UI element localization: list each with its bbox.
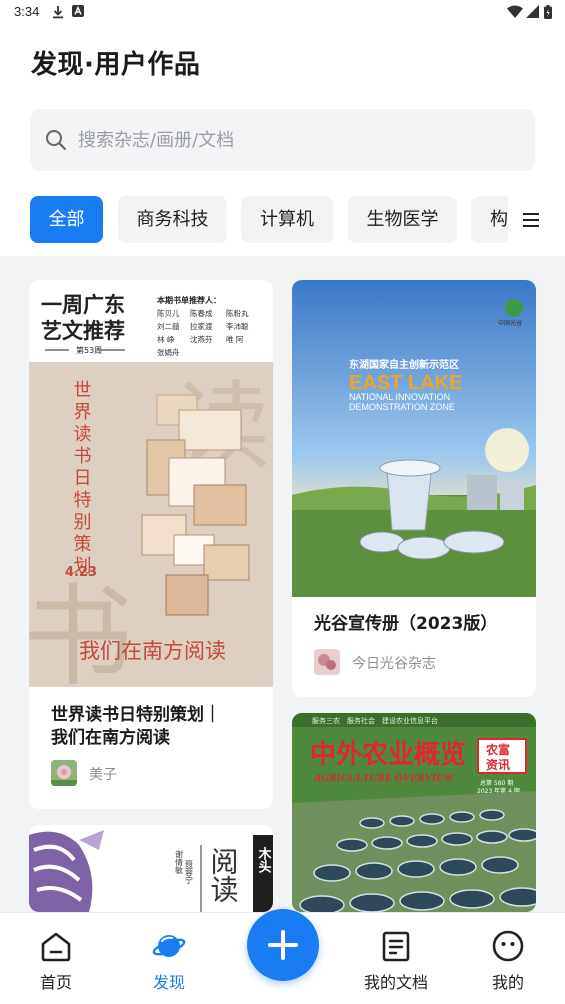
category-tabs: 全部 商务科技 计算机 生物医学 构 bbox=[30, 196, 508, 244]
work-card[interactable]: 中国光谷 东湖国家自主创新示范区 EAST LAKE NATIONAL INNO… bbox=[292, 280, 536, 697]
cover-image: 中国光谷 东湖国家自主创新示范区 EAST LAKE NATIONAL INNO… bbox=[292, 280, 536, 597]
menu-icon[interactable] bbox=[520, 209, 542, 231]
cover-heading: 一周广东 bbox=[41, 292, 125, 317]
recommender-name: 陈粉丸 bbox=[226, 308, 249, 318]
nav-profile[interactable]: 我的 bbox=[463, 913, 553, 1004]
plus-icon bbox=[268, 930, 298, 960]
search-icon bbox=[46, 130, 67, 151]
nav-my-documents[interactable]: 我的文档 bbox=[351, 913, 441, 1004]
recommender-name: 陈贝儿 bbox=[157, 308, 180, 318]
cover-name: 谢倩敏 bbox=[175, 849, 184, 875]
cover-bottom-text: 我们在南方阅读 bbox=[79, 639, 226, 663]
tab-partial[interactable]: 构 bbox=[471, 196, 508, 243]
page-title: 发现·用户作品 bbox=[31, 50, 201, 80]
recommender-name: 唯 阿 bbox=[226, 334, 244, 344]
recommender-name: 刘二囍 bbox=[157, 321, 180, 331]
recommender-name: 拉家渡 bbox=[190, 321, 213, 331]
big-character: 书 bbox=[29, 573, 133, 687]
cover-image: 读 书 一周广东 艺文推荐 第53周 本期书单推荐人： 陈贝儿 陈春成 陈粉丸 … bbox=[29, 280, 273, 687]
app-notification-icon bbox=[72, 5, 84, 17]
nav-discover[interactable]: 发现 bbox=[124, 913, 214, 1004]
cover-en-line: DEMONSTRATION ZONE bbox=[349, 402, 455, 412]
cover-image: 谢倩敏 聂蓉宁 阅读 木头 bbox=[29, 825, 273, 912]
home-icon bbox=[41, 932, 71, 962]
cover-en-title: AGRICULTURE OVERVIEW bbox=[313, 772, 454, 784]
status-time: 3:34 bbox=[14, 4, 40, 19]
search-bar[interactable] bbox=[30, 109, 535, 171]
cover-vertical-title: 阅读 bbox=[207, 847, 240, 903]
cover-badge: 资讯 bbox=[486, 757, 510, 772]
card-title-line: 我们在南方阅读 bbox=[51, 728, 170, 748]
recommender-name: 陈春成 bbox=[190, 308, 213, 318]
signal-icon bbox=[526, 5, 539, 18]
logo-text: 中国光谷 bbox=[498, 319, 522, 327]
card-title-line: 世界读书日特别策划｜ bbox=[51, 705, 221, 725]
work-card[interactable]: 读 书 一周广东 艺文推荐 第53周 本期书单推荐人： 陈贝儿 陈春成 陈粉丸 … bbox=[29, 280, 273, 809]
tab-all[interactable]: 全部 bbox=[30, 196, 103, 243]
recommender-name: 张娟舟 bbox=[157, 347, 180, 357]
document-icon bbox=[382, 931, 410, 962]
cover-en-title: EAST LAKE bbox=[349, 372, 462, 394]
card-title: 光谷宣传册（2023版） bbox=[314, 614, 498, 634]
tab-business-tech[interactable]: 商务科技 bbox=[118, 196, 227, 243]
author-name: 美子 bbox=[89, 767, 117, 783]
work-card[interactable]: 谢倩敏 聂蓉宁 阅读 木头 bbox=[29, 825, 273, 912]
nav-label: 发现 bbox=[152, 973, 185, 992]
status-bar: 3:34 bbox=[0, 0, 565, 24]
avatar bbox=[51, 760, 77, 786]
nav-home[interactable]: 首页 bbox=[11, 913, 101, 1004]
tab-biomedicine[interactable]: 生物医学 bbox=[348, 196, 457, 243]
search-input[interactable] bbox=[78, 109, 518, 171]
smiley-face-icon bbox=[492, 930, 524, 962]
nav-label: 首页 bbox=[39, 973, 72, 992]
download-icon bbox=[53, 6, 63, 19]
recommender-name: 沈燕芬 bbox=[190, 334, 213, 344]
cover-strip-text: 服务三农 服务社会 建设农业信息平台 bbox=[312, 716, 438, 725]
tab-computer[interactable]: 计算机 bbox=[241, 196, 333, 243]
work-card[interactable]: 服务三农 服务社会 建设农业信息平台 中外农业概览 农富 资讯 AGRICULT… bbox=[292, 713, 536, 912]
cover-side-text: 木头 bbox=[256, 846, 273, 874]
avatar bbox=[314, 649, 340, 675]
cover-issue: 总第 580 期 bbox=[480, 779, 513, 787]
cover-title: 中外农业概览 bbox=[310, 740, 466, 770]
create-button[interactable] bbox=[247, 909, 319, 981]
cover-cn-text: 东湖国家自主创新示范区 bbox=[349, 358, 459, 371]
cover-heading: 艺文推荐 bbox=[41, 318, 125, 343]
cover-en-line: NATIONAL INNOVATION bbox=[349, 392, 450, 402]
planet-icon bbox=[152, 935, 186, 957]
battery-icon bbox=[544, 5, 552, 19]
nav-label: 我的 bbox=[491, 973, 524, 992]
issue-label: 第53周 bbox=[76, 345, 102, 355]
cover-name: 聂蓉宁 bbox=[185, 860, 194, 884]
author-name: 今日光谷杂志 bbox=[352, 656, 436, 672]
recommenders-title: 本期书单推荐人： bbox=[156, 295, 221, 305]
cover-badge: 农富 bbox=[485, 742, 510, 757]
wifi-icon bbox=[507, 5, 523, 18]
card-title: 世界读书日特别策划｜ 我们在南方阅读 bbox=[51, 704, 221, 750]
vertical-title: 世界读书日特别策划 bbox=[71, 380, 92, 578]
recommender-name: 林 峥 bbox=[157, 334, 175, 344]
cover-image: 服务三农 服务社会 建设农业信息平台 中外农业概览 农富 资讯 AGRICULT… bbox=[292, 713, 536, 912]
recommender-name: 李沛聪 bbox=[226, 321, 249, 331]
date-label: 4.23 bbox=[65, 565, 97, 580]
nav-label: 我的文档 bbox=[363, 973, 428, 992]
